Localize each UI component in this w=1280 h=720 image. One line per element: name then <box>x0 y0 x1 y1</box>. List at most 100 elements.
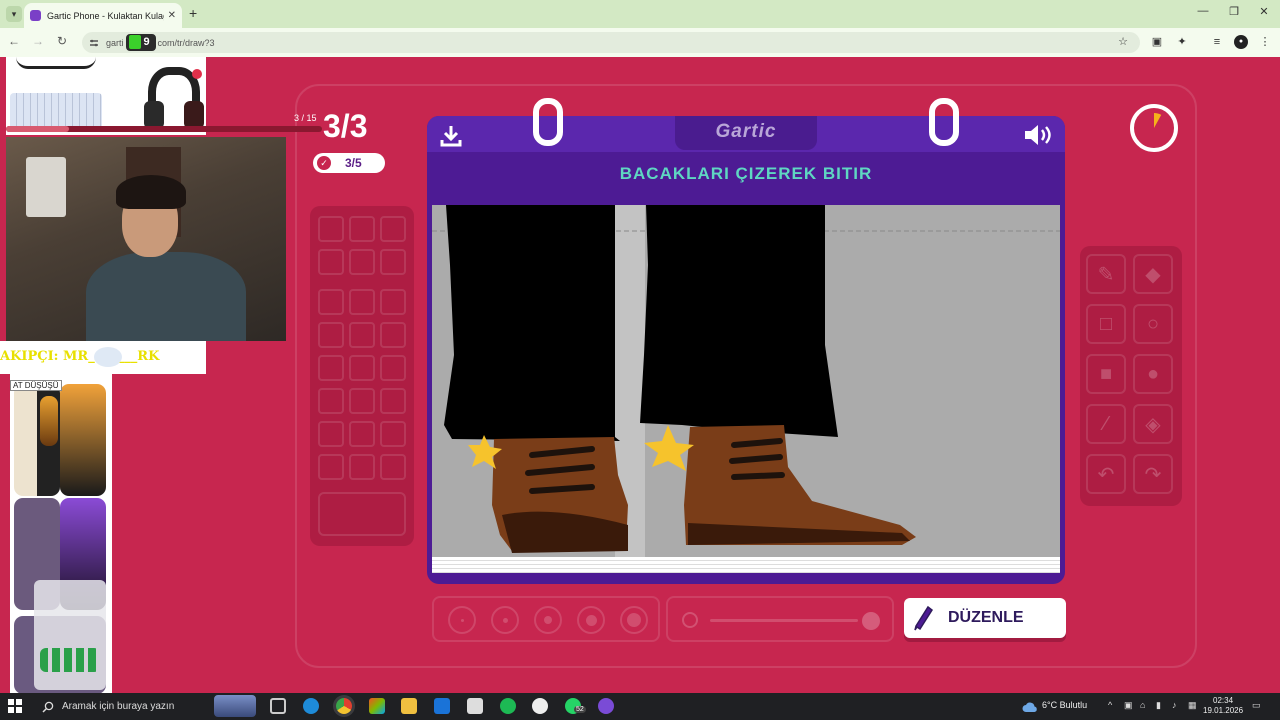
bookmark-star-icon[interactable]: ☆ <box>1116 35 1130 49</box>
download-icon[interactable] <box>439 124 463 148</box>
volume-icon[interactable]: ♪ <box>1172 700 1177 710</box>
copilot-icon[interactable] <box>369 698 385 714</box>
rectangle-fill-tool-icon[interactable]: ■ <box>1086 354 1126 394</box>
color-swatch[interactable] <box>380 454 406 480</box>
weather-text[interactable]: 6°C Bulutlu <box>1042 700 1087 710</box>
close-window-icon[interactable]: ✕ <box>1254 5 1274 18</box>
drawing-canvas[interactable] <box>432 205 1060 557</box>
bucket-fill-tool-icon[interactable]: ◈ <box>1133 404 1173 444</box>
address-bar[interactable]: garti 9 com/tr/draw?3 <box>82 32 1140 53</box>
color-swatch[interactable] <box>380 355 406 381</box>
new-tab-icon[interactable]: + <box>189 5 197 21</box>
store-icon[interactable] <box>467 698 483 714</box>
color-swatch[interactable] <box>349 454 375 480</box>
line-tool-icon[interactable]: ⁄ <box>1086 404 1126 444</box>
keyboard-layout-icon[interactable]: ▦ <box>1188 700 1197 711</box>
redo-icon[interactable]: ↷ <box>1133 454 1173 494</box>
brush-size-option[interactable] <box>448 606 476 634</box>
color-swatch[interactable] <box>380 249 406 275</box>
circle-outline-tool-icon[interactable]: ○ <box>1133 304 1173 344</box>
discord-icon[interactable] <box>598 698 614 714</box>
brush-size-option[interactable] <box>491 606 519 634</box>
stream-progress-fill <box>6 126 70 132</box>
clock-time: 02:34 <box>1213 696 1234 705</box>
task-view-icon[interactable] <box>270 698 286 714</box>
color-swatch[interactable] <box>318 388 344 414</box>
cloud-icon <box>1022 702 1037 712</box>
tray-overflow-icon[interactable]: ^ <box>1108 700 1112 710</box>
color-swatch[interactable] <box>318 355 344 381</box>
undo-icon[interactable]: ↶ <box>1086 454 1126 494</box>
timer-pie-icon <box>1154 113 1162 128</box>
browser-tab[interactable]: Gartic Phone - Kulaktan Kulağa ✕ <box>24 3 182 28</box>
file-explorer-icon[interactable] <box>401 698 417 714</box>
color-swatch[interactable] <box>318 454 344 480</box>
color-swatch[interactable] <box>349 289 375 315</box>
minimize-icon[interactable]: — <box>1193 5 1213 17</box>
brush-size-selector <box>432 596 660 642</box>
stream-progress-text: 3 / 15 <box>294 113 317 123</box>
edit-button-label: DÜZENLE <box>948 609 1024 626</box>
sound-icon[interactable] <box>1023 124 1053 146</box>
brush-size-dot <box>544 616 552 624</box>
forward-icon[interactable]: → <box>30 34 46 48</box>
spotify-icon[interactable] <box>500 698 516 714</box>
back-icon[interactable]: ← <box>6 34 22 48</box>
color-swatch[interactable] <box>380 421 406 447</box>
tray-app-icon[interactable]: ▣ <box>1124 700 1133 711</box>
color-swatch[interactable] <box>349 322 375 348</box>
circle-fill-tool-icon[interactable]: ● <box>1133 354 1173 394</box>
obs-icon[interactable] <box>532 698 548 714</box>
rectangle-outline-tool-icon[interactable]: □ <box>1086 304 1126 344</box>
whatsapp-icon[interactable]: 52 <box>565 698 586 714</box>
network-icon[interactable]: ⌂ <box>1140 700 1145 710</box>
color-swatch[interactable] <box>349 249 375 275</box>
site-info-icon[interactable] <box>89 38 99 48</box>
color-swatch[interactable] <box>380 216 406 242</box>
chrome-icon[interactable] <box>336 698 352 714</box>
brush-size-dot <box>460 618 464 622</box>
notifications-icon[interactable]: ▭ <box>1252 700 1261 711</box>
media-control-icon[interactable]: ≡ <box>1210 35 1224 49</box>
color-swatch[interactable] <box>349 388 375 414</box>
brush-size-option[interactable] <box>620 606 648 634</box>
color-swatch[interactable] <box>318 216 344 242</box>
puzzle-extensions-icon[interactable]: ✦ <box>1175 35 1189 49</box>
edit-button[interactable]: DÜZENLE <box>904 598 1066 638</box>
tool-panel: ✎ ◆ □ ○ ■ ● ⁄ ◈ ↶ ↷ <box>1080 246 1182 506</box>
opacity-slider[interactable] <box>666 596 894 642</box>
menu-kebab-icon[interactable]: ⋮ <box>1258 35 1272 49</box>
color-swatch[interactable] <box>318 421 344 447</box>
color-swatch[interactable] <box>318 289 344 315</box>
color-swatch[interactable] <box>318 322 344 348</box>
current-color-swatch[interactable] <box>318 492 406 536</box>
opacity-handle[interactable] <box>862 612 880 630</box>
brush-size-option[interactable] <box>534 606 562 634</box>
color-swatch[interactable] <box>349 216 375 242</box>
color-swatch[interactable] <box>380 322 406 348</box>
color-swatch[interactable] <box>380 388 406 414</box>
reload-icon[interactable]: ↻ <box>54 34 70 48</box>
mic-icon[interactable]: ▮ <box>1156 700 1161 711</box>
search-highlight-icon[interactable] <box>214 695 256 717</box>
tab-search-dropdown-icon[interactable]: ▾ <box>6 6 22 22</box>
windows-start-icon[interactable] <box>8 699 22 713</box>
color-swatch[interactable] <box>318 249 344 275</box>
extension-icon[interactable]: ▣ <box>1150 35 1164 49</box>
system-clock[interactable]: 02:34 19.01.2026 <box>1203 696 1243 716</box>
tab-close-icon[interactable]: ✕ <box>168 10 176 21</box>
edge-icon[interactable] <box>303 698 319 714</box>
mail-icon[interactable] <box>434 698 450 714</box>
color-swatch[interactable] <box>349 421 375 447</box>
red-dot-icon <box>192 69 202 79</box>
color-swatch[interactable] <box>380 289 406 315</box>
brush-size-option[interactable] <box>577 606 605 634</box>
color-swatch[interactable] <box>349 355 375 381</box>
pencil-tool-icon[interactable]: ✎ <box>1086 254 1126 294</box>
restore-icon[interactable]: ❐ <box>1224 5 1244 18</box>
windows-taskbar: Aramak için buraya yazın 52 6°C Bulutlu … <box>0 693 1280 720</box>
phone-ad-column <box>10 374 112 694</box>
browser-toolbar: ← → ↻ garti 9 com/tr/draw?3 ☆ ▣ ✦ ≡ ● ⋮ <box>0 28 1280 57</box>
profile-avatar[interactable]: ● <box>1234 35 1248 49</box>
eraser-tool-icon[interactable]: ◆ <box>1133 254 1173 294</box>
